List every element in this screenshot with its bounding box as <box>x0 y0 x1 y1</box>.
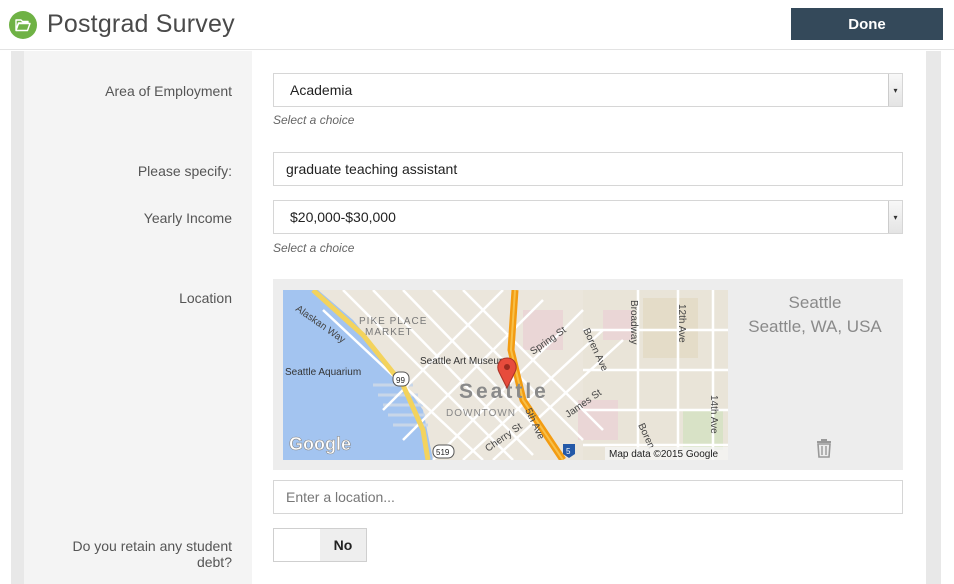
specify-label: Please specify: <box>137 163 232 179</box>
location-address: Seattle, WA, USA <box>748 317 882 336</box>
debt-toggle[interactable]: No <box>273 528 367 562</box>
trash-icon[interactable] <box>813 437 835 459</box>
map-label-market: MARKET <box>365 327 413 338</box>
map-label-hw5: 5 <box>566 447 571 456</box>
income-value: $20,000-$30,000 <box>290 209 396 225</box>
map-label-art-museum: Seattle Art Museum <box>420 356 507 367</box>
app-header: Postgrad Survey Done <box>0 0 954 50</box>
map-label-downtown: DOWNTOWN <box>446 408 516 419</box>
income-hint: Select a choice <box>273 241 355 255</box>
map-label-pike: PIKE PLACE <box>359 316 427 327</box>
income-select[interactable]: $20,000-$30,000 ▾ <box>273 200 903 234</box>
location-map[interactable]: Alaskan Way PIKE PLACE MARKET Seattle Ar… <box>283 290 728 460</box>
income-label: Yearly Income <box>143 210 232 226</box>
map-google-logo: Google <box>289 434 351 454</box>
map-attribution: Map data ©2015 Google <box>609 449 719 460</box>
location-panel: Alaskan Way PIKE PLACE MARKET Seattle Ar… <box>273 279 903 470</box>
done-button[interactable]: Done <box>791 8 943 40</box>
label-column <box>24 51 252 584</box>
select-arrow-icon[interactable]: ▾ <box>888 74 902 106</box>
map-label-12th: 12th Ave <box>676 304 687 343</box>
map-label-broadway: Broadway <box>628 300 639 344</box>
map-label-hw99: 99 <box>396 376 405 385</box>
debt-label: Do you retain any student debt? <box>72 538 232 570</box>
employment-select[interactable]: Academia ▾ <box>273 73 903 107</box>
employment-hint: Select a choice <box>273 113 355 127</box>
location-name: Seattle <box>788 293 842 312</box>
location-placeholder: Enter a location... <box>286 489 395 505</box>
employment-value: Academia <box>290 82 353 98</box>
map-label-city: Seattle <box>459 380 549 403</box>
toggle-yes-side[interactable] <box>274 529 320 561</box>
toggle-no-side[interactable]: No <box>320 529 366 561</box>
left-rail <box>11 51 24 584</box>
location-search-input[interactable]: Enter a location... <box>273 480 903 514</box>
map-label-14th: 14th Ave <box>708 395 719 434</box>
select-arrow-icon[interactable]: ▾ <box>888 201 902 233</box>
location-label: Location <box>179 290 232 306</box>
map-label-aquarium: Seattle Aquarium <box>285 367 361 378</box>
specify-input[interactable]: graduate teaching assistant <box>273 152 903 186</box>
employment-label: Area of Employment <box>105 83 232 99</box>
survey-page: Postgrad Survey Done Area of Employment … <box>0 0 954 584</box>
folder-open-icon <box>9 11 37 39</box>
map-label-hw519: 519 <box>436 448 450 457</box>
right-rail <box>926 51 941 584</box>
page-title: Postgrad Survey <box>47 10 235 38</box>
